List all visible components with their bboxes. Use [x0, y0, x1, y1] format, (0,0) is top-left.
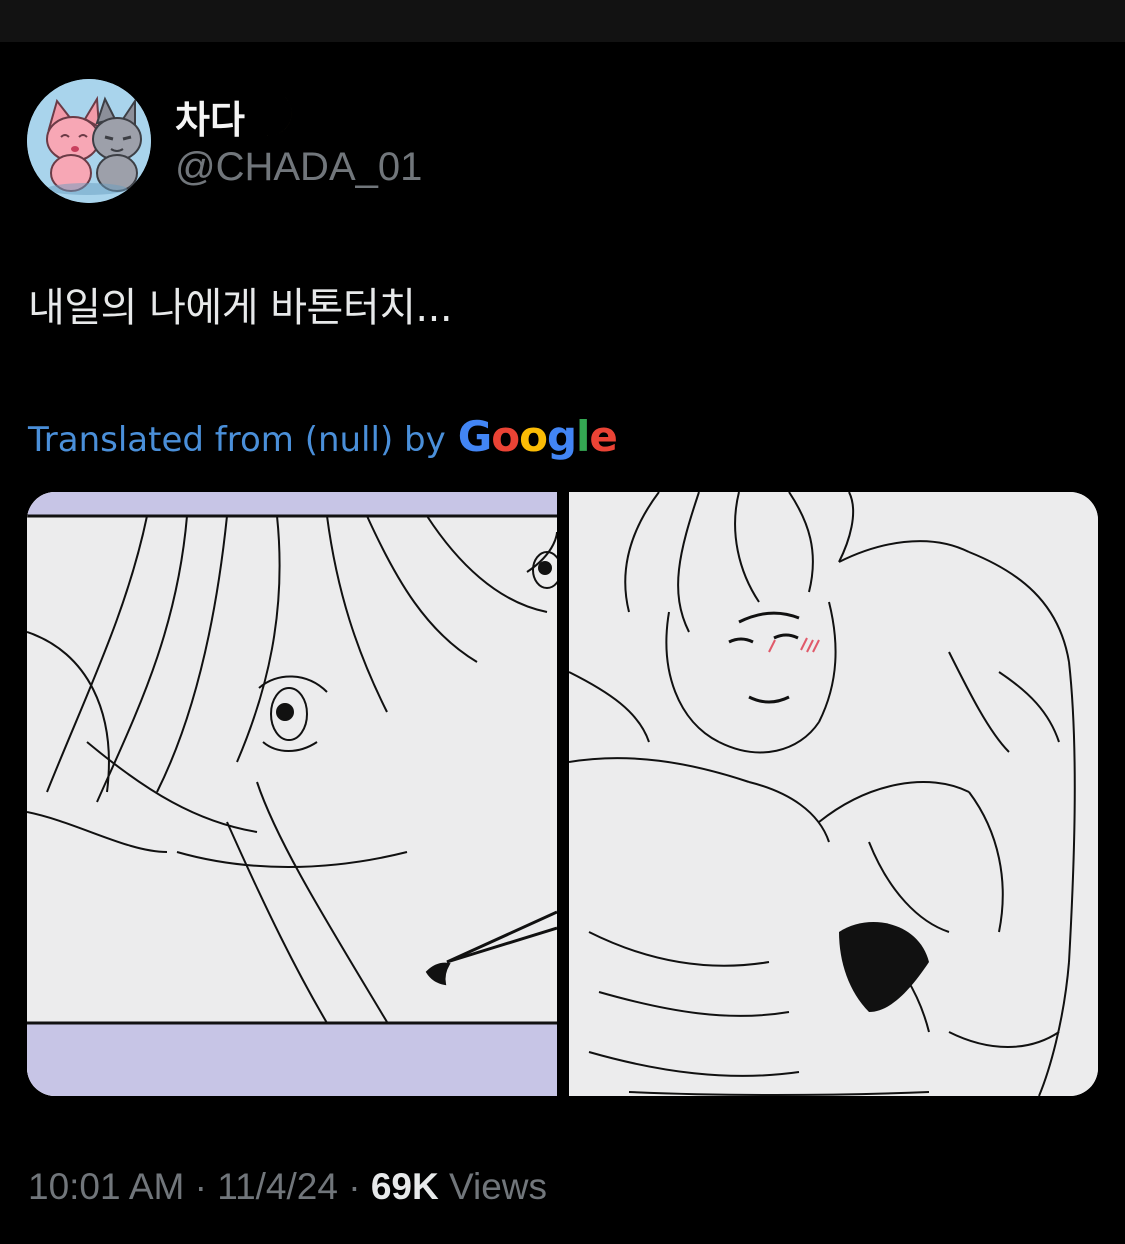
tweet-header: 차다 @CHADA_01 [27, 78, 422, 204]
display-name[interactable]: 차다 [175, 89, 245, 144]
crescent-moon-icon [252, 96, 292, 136]
google-logo-letter: g [546, 412, 577, 461]
views-label: Views [449, 1166, 548, 1207]
google-logo: Google [457, 412, 618, 461]
media-image-1[interactable] [27, 492, 557, 1096]
tweet-date[interactable]: 11/4/24 [217, 1166, 338, 1207]
tweet-text: 내일의 나에게 바톤터치... [28, 285, 453, 331]
author-handle[interactable]: @CHADA_01 [175, 145, 422, 190]
meta-separator: · [184, 1166, 218, 1207]
translated-from-label[interactable]: Translated from (null) by [28, 420, 446, 460]
media-grid [27, 492, 1098, 1096]
top-bar [0, 0, 1125, 42]
google-logo-letter: l [576, 412, 590, 461]
google-logo-letter: G [457, 412, 492, 461]
google-logo-letter: o [519, 412, 548, 461]
avatar[interactable] [27, 79, 151, 203]
google-logo-letter: o [491, 412, 520, 461]
tweet-meta: 10:01 AM · 11/4/24 · 69K Views [28, 1166, 547, 1208]
author-names: 차다 @CHADA_01 [175, 91, 422, 190]
google-logo-letter: e [589, 412, 617, 461]
tweet-time[interactable]: 10:01 AM [28, 1166, 184, 1207]
manga-sketch-illustration [569, 492, 1098, 1096]
views-count: 69K [370, 1166, 439, 1207]
meta-separator: · [337, 1166, 371, 1207]
media-image-2[interactable] [569, 492, 1098, 1096]
avatar-illustration-icon [27, 79, 151, 203]
display-name-row[interactable]: 차다 [175, 91, 422, 143]
manga-panel-closeup-illustration [27, 492, 557, 1096]
translation-attribution[interactable]: Translated from (null) by Google [28, 412, 618, 461]
